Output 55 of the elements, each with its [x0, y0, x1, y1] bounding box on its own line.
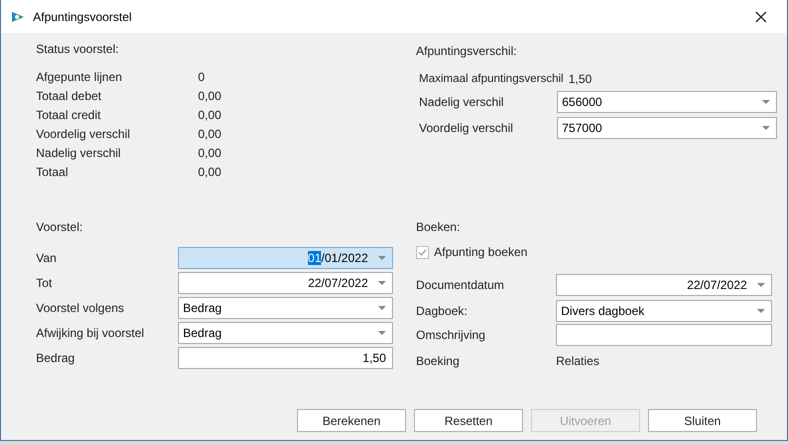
field-label: Voordelig verschil	[419, 121, 514, 135]
caret-icon	[757, 283, 765, 287]
app-logo-icon	[11, 10, 25, 24]
status-value: 0,00	[198, 164, 222, 178]
field-label: Dagboek:	[416, 304, 468, 318]
status-value: 0,00	[198, 126, 222, 140]
maximum-value: 1,50	[568, 72, 592, 86]
caret-icon	[762, 100, 770, 104]
field-label: Bedrag	[36, 350, 76, 364]
dropdown-field[interactable]: Divers dagboek	[556, 300, 772, 322]
window-title: Afpuntingsvoorstel	[33, 10, 133, 24]
checkbox-label: Afpunting boeken	[434, 245, 528, 259]
dropdown-field[interactable]: Bedrag	[178, 296, 393, 318]
field-label: Voorstel volgens	[36, 300, 126, 314]
caret-icon	[762, 126, 770, 130]
dropdown-field[interactable]: 757000	[557, 117, 777, 139]
date-field[interactable]: 22/07/2022	[556, 274, 772, 296]
field-label: Nadelig verschil	[419, 95, 505, 109]
dialog-button[interactable]: Sluiten	[648, 409, 757, 432]
date-field[interactable]: 22/07/2022	[178, 272, 393, 294]
field-label: Omschrijving	[416, 328, 486, 342]
caret-icon	[378, 330, 386, 334]
maximum-label: Maximaal afpuntingsverschil	[419, 73, 564, 85]
dropdown-field[interactable]: 656000	[557, 91, 777, 113]
status-label: Totaal credit	[36, 108, 102, 122]
field-label: Tot	[36, 276, 54, 290]
field-value: Relaties	[556, 354, 600, 368]
status-value: 0,00	[198, 88, 222, 102]
field-label: Boeking	[416, 354, 460, 368]
caret-icon	[757, 309, 765, 313]
field-label: Documentdatum	[416, 278, 506, 292]
status-label: Afgepunte lijnen	[36, 70, 124, 84]
caret-icon	[378, 280, 386, 284]
section-heading: Voorstel:	[36, 219, 84, 235]
section-heading: Status voorstel:	[36, 41, 120, 57]
field-label: Van	[36, 250, 58, 264]
field-label: Afwijking bij voorstel	[36, 326, 146, 340]
status-label: Nadelig verschil	[36, 146, 122, 160]
status-value: 0,00	[198, 146, 222, 160]
dialog-button[interactable]: Resetten	[414, 409, 523, 432]
close-icon	[755, 10, 767, 22]
section-heading: Afpuntingsverschil:	[416, 43, 518, 59]
dropdown-field[interactable]: Bedrag	[178, 322, 393, 344]
date-field[interactable]: 01/01/2022	[178, 246, 393, 268]
input-field[interactable]: 1,50	[178, 346, 393, 368]
status-label: Totaal debet	[36, 88, 102, 102]
status-label: Voordelig verschil	[36, 126, 132, 140]
dialog-button[interactable]: Berekenen	[297, 409, 406, 432]
section-heading: Boeken:	[416, 219, 462, 235]
caret-icon	[378, 256, 386, 260]
status-value: 0	[198, 70, 205, 84]
caret-icon	[378, 306, 386, 310]
status-value: 0,00	[198, 108, 222, 122]
status-label: Totaal	[36, 164, 70, 178]
input-field[interactable]	[556, 324, 772, 346]
